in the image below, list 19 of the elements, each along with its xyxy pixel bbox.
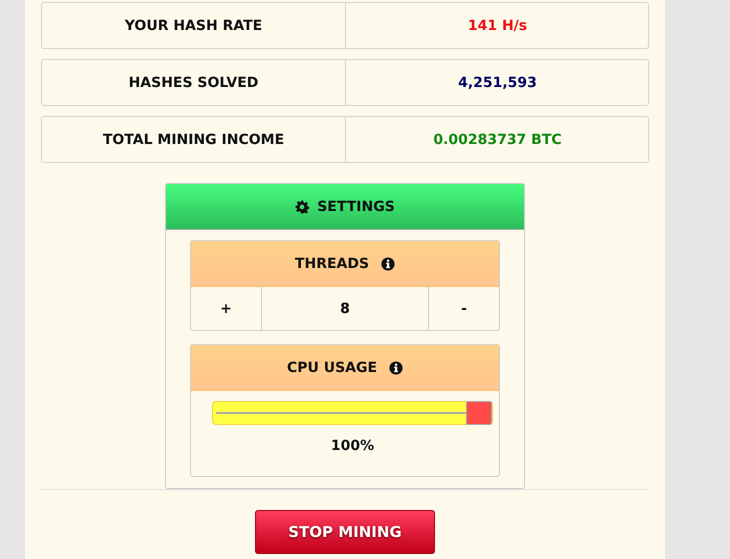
- settings-title: SETTINGS: [317, 198, 395, 214]
- info-icon[interactable]: [381, 256, 396, 270]
- stat-value: 141 H/s: [466, 16, 528, 36]
- cpu-reading: 100%: [330, 438, 376, 456]
- stat-value: 0.00283737 BTC: [432, 130, 563, 150]
- decrease-button[interactable]: -: [429, 287, 499, 330]
- cpu-title: CPU USAGE: [286, 360, 378, 376]
- gear-icon: [295, 200, 310, 214]
- increase-button[interactable]: +: [191, 287, 261, 330]
- stat-value: 4,251,593: [457, 74, 538, 92]
- threads-title: THREADS: [294, 256, 370, 272]
- info-icon[interactable]: [389, 360, 404, 374]
- stat-label: HASHES SOLVED: [42, 60, 346, 105]
- cpu-slider[interactable]: [212, 401, 493, 425]
- stat-label: YOUR HASH RATE: [42, 3, 346, 48]
- threads-value: 8: [261, 287, 429, 330]
- stop-mining-button[interactable]: STOP MINING: [255, 510, 435, 554]
- slider-thumb[interactable]: [466, 401, 492, 425]
- stat-label: TOTAL MINING INCOME: [42, 117, 346, 162]
